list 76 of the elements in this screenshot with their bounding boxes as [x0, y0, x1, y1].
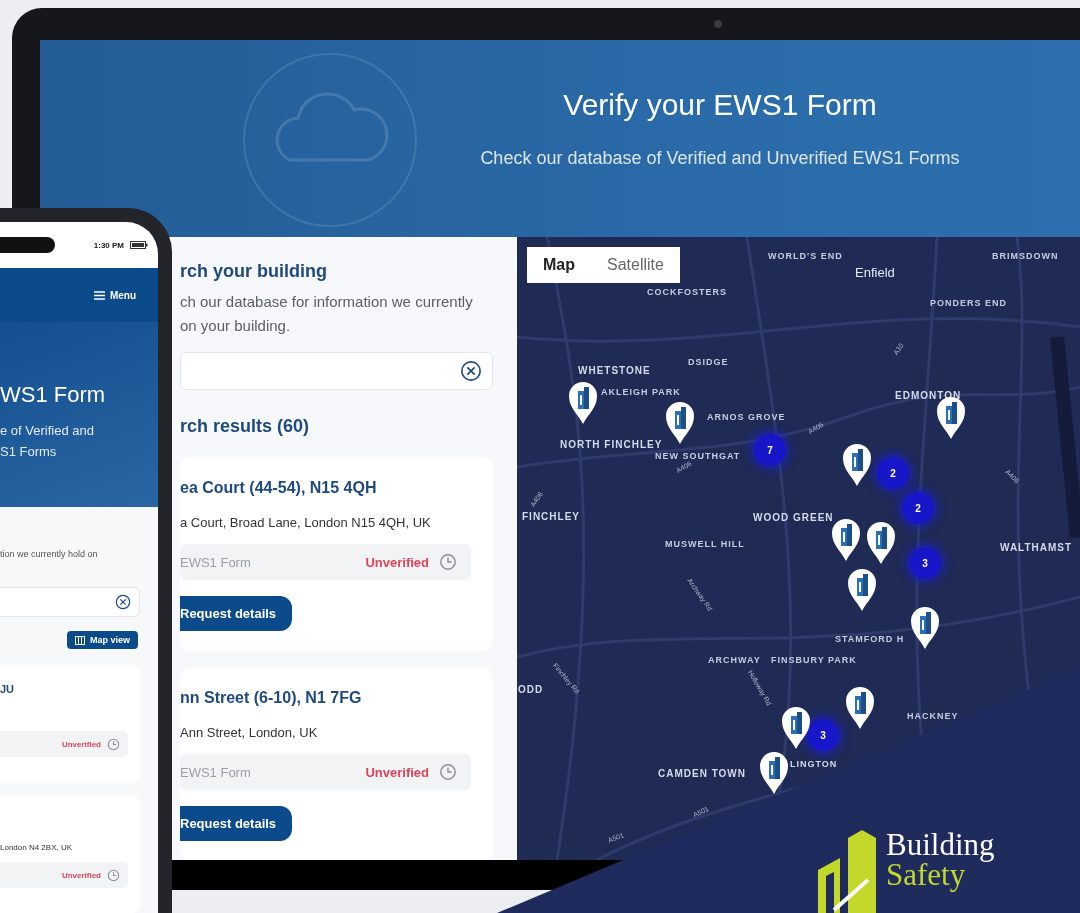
- map-place-label: ARCHWAY: [708, 655, 761, 665]
- map-place-label: AKLEIGH PARK: [601, 387, 681, 397]
- brand-name: Building: [886, 830, 995, 860]
- map-place-label: CAMDEN TOWN: [658, 768, 747, 779]
- page-subtitle: e of Verified and: [0, 422, 95, 440]
- status-label: Unverified: [365, 764, 429, 780]
- status-label: Unverified: [365, 554, 429, 570]
- building-address: Ann Street, London, UK: [180, 725, 319, 740]
- building-address: a Court, Broad Lane, London N15 4QH, UK: [180, 515, 432, 530]
- page-title: Verify your EWS1 Form: [563, 88, 877, 122]
- map-view-button[interactable]: Map view: [67, 631, 138, 649]
- building-pin-icon[interactable]: [847, 568, 877, 612]
- map-place-label: WORLD'S END: [768, 251, 843, 261]
- map-place-label: Enfield: [855, 265, 895, 280]
- building-pin-icon[interactable]: [845, 686, 875, 730]
- map-place-label: WHETSTONE: [578, 365, 651, 376]
- building-title[interactable]: JU: [0, 683, 15, 695]
- map-place-label: ARNOS GROVE: [707, 412, 786, 422]
- request-details-button[interactable]: Request details: [180, 596, 293, 631]
- battery-icon: [130, 241, 148, 249]
- building-title[interactable]: ea Court (44-54), N15 4QH: [180, 479, 471, 497]
- map-place-label: LINGTON: [790, 759, 838, 769]
- building-pin-icon[interactable]: [910, 606, 940, 650]
- clock-icon: [439, 763, 457, 781]
- map-place-label: FINCHLEY: [522, 511, 580, 522]
- map-place-label: HACKNEY: [907, 711, 959, 721]
- building-pin-icon[interactable]: [842, 443, 872, 487]
- section-description: ch our database for information we currently: [180, 292, 474, 312]
- status-time: 1:30 PM: [93, 240, 124, 250]
- clear-icon[interactable]: [115, 594, 131, 610]
- section-heading: rch your building: [180, 261, 328, 282]
- map-place-label: COCKFOSTERS: [647, 287, 727, 297]
- map-place-label: FINSBURY PARK: [771, 655, 857, 665]
- clear-icon[interactable]: [460, 360, 482, 382]
- building-address: London N4 2BX, UK: [0, 843, 74, 852]
- building-pin-icon[interactable]: [831, 518, 861, 562]
- status-label: Unverified: [61, 870, 101, 880]
- form-label: EWS1 Form: [180, 554, 252, 570]
- section-description: tion we currently hold on: [0, 549, 99, 559]
- building-title[interactable]: nn Street (6-10), N1 7FG: [180, 689, 471, 707]
- map-place-label: BRIMSDOWN: [992, 251, 1059, 261]
- camera-notch: [0, 237, 55, 253]
- building-pin-icon[interactable]: [665, 401, 695, 445]
- request-details-button[interactable]: Request details: [180, 806, 293, 841]
- map-place-label: STAMFORD H: [835, 634, 905, 644]
- search-field[interactable]: [180, 352, 493, 390]
- map-place-label: PONDERS END: [930, 298, 1007, 308]
- map-place-label: EDMONTON: [895, 390, 962, 401]
- clock-icon: [107, 737, 120, 751]
- map-type-tab[interactable]: Satellite: [591, 247, 680, 283]
- building-pin-icon[interactable]: [781, 706, 811, 750]
- menu-icon: [93, 290, 105, 300]
- camera-icon: [714, 20, 722, 28]
- building-pin-icon[interactable]: [866, 521, 896, 565]
- page-title: WS1 Form: [0, 382, 107, 408]
- status-label: Unverified: [61, 739, 101, 749]
- building-pin-icon[interactable]: [568, 381, 598, 425]
- map-place-label: MUSWELL HILL: [665, 539, 745, 549]
- section-description: on your building.: [180, 316, 292, 336]
- page-subtitle: S1 Forms: [0, 443, 58, 461]
- clock-icon: [439, 553, 457, 571]
- map-type-tab[interactable]: Map: [527, 247, 591, 283]
- map-place-label: ODD: [518, 684, 544, 695]
- map-place-label: WOOD GREEN: [753, 512, 834, 523]
- map-icon: [75, 635, 85, 645]
- map-place-label: DSIDGE: [688, 357, 729, 367]
- search-field[interactable]: [0, 587, 140, 617]
- clock-icon: [107, 868, 120, 882]
- map-place-label: NEW SOUTHGAT: [655, 451, 741, 461]
- page-subtitle: Check our database of Verified and Unverified EWS1 Forms: [480, 148, 960, 169]
- form-label: EWS1 Form: [180, 764, 252, 780]
- building-pin-icon[interactable]: [759, 751, 789, 795]
- map-place-label: WALTHAMST: [1000, 542, 1073, 553]
- map-place-label: NORTH FINCHLEY: [560, 439, 663, 450]
- brand-name: Safety: [886, 860, 966, 890]
- results-heading: rch results (60): [180, 416, 311, 437]
